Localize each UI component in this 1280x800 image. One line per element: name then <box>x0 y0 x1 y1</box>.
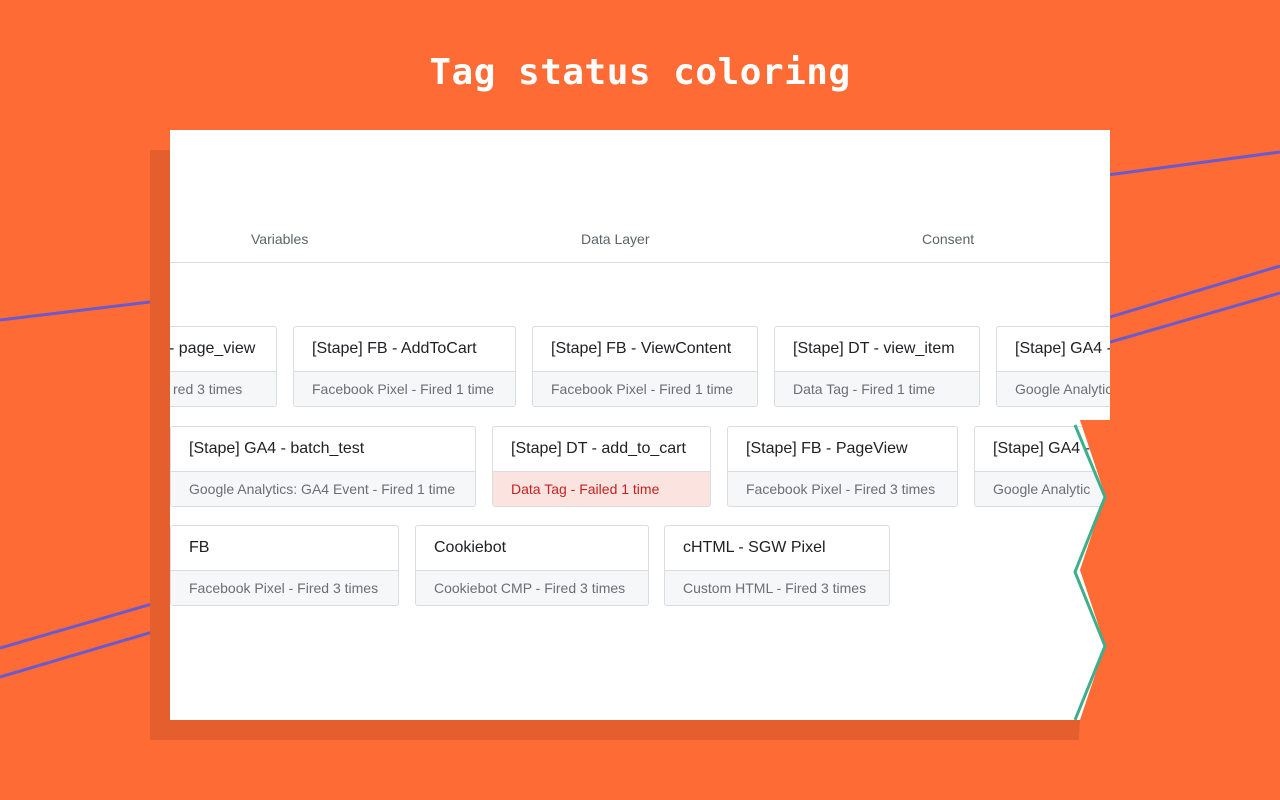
tab-bar: Variables Data Layer Consent <box>170 222 1110 263</box>
tag-status: Facebook Pixel - Fired 3 times <box>728 472 957 506</box>
tag-tile-page-view[interactable]: - page_view red 3 times <box>170 326 277 407</box>
tag-name: - page_view <box>170 327 276 372</box>
tag-tile-ga4-partial[interactable]: [Stape] GA4 - Google Analytic <box>996 326 1110 407</box>
tag-status: red 3 times <box>170 372 276 406</box>
tag-name: [Stape] GA4 - batch_test <box>171 427 475 472</box>
tag-status-failed: Data Tag - Failed 1 time <box>493 472 710 506</box>
tag-name: [Stape] FB - PageView <box>728 427 957 472</box>
tag-assistant-panel: Variables Data Layer Consent - page_view… <box>170 130 1110 720</box>
tab-data-layer[interactable]: Data Layer <box>581 231 649 247</box>
tag-status: Google Analytic <box>975 472 1110 506</box>
tag-name: [Stape] DT - add_to_cart <box>493 427 710 472</box>
tag-status: Cookiebot CMP - Fired 3 times <box>416 571 648 605</box>
tag-name: [Stape] GA4 - b <box>975 427 1110 472</box>
tag-tile-dt-view-item[interactable]: [Stape] DT - view_item Data Tag - Fired … <box>774 326 980 407</box>
tag-status: Google Analytics: GA4 Event - Fired 1 ti… <box>171 472 475 506</box>
tag-tile-fb-pageview[interactable]: [Stape] FB - PageView Facebook Pixel - F… <box>727 426 958 507</box>
tag-status: Google Analytic <box>997 372 1110 406</box>
tag-tile-fb[interactable]: FB Facebook Pixel - Fired 3 times <box>170 525 399 606</box>
tag-name: [Stape] GA4 - <box>997 327 1110 372</box>
tag-name: [Stape] FB - AddToCart <box>294 327 515 372</box>
tag-tile-dt-add-to-cart[interactable]: [Stape] DT - add_to_cart Data Tag - Fail… <box>492 426 711 507</box>
tag-status: Facebook Pixel - Fired 1 time <box>294 372 515 406</box>
tag-tile-fb-addtocart[interactable]: [Stape] FB - AddToCart Facebook Pixel - … <box>293 326 516 407</box>
tag-name: FB <box>171 526 398 571</box>
tag-tile-ga4-batch-test[interactable]: [Stape] GA4 - batch_test Google Analytic… <box>170 426 476 507</box>
tab-variables[interactable]: Variables <box>251 231 308 247</box>
tag-name: cHTML - SGW Pixel <box>665 526 889 571</box>
tag-status: Facebook Pixel - Fired 3 times <box>171 571 398 605</box>
tag-tile-cookiebot[interactable]: Cookiebot Cookiebot CMP - Fired 3 times <box>415 525 649 606</box>
tag-status: Data Tag - Fired 1 time <box>775 372 979 406</box>
tag-tile-ga4-b-partial[interactable]: [Stape] GA4 - b Google Analytic <box>974 426 1110 507</box>
tag-name: Cookiebot <box>416 526 648 571</box>
tag-status: Custom HTML - Fired 3 times <box>665 571 889 605</box>
tag-name: [Stape] FB - ViewContent <box>533 327 757 372</box>
tab-consent[interactable]: Consent <box>922 231 974 247</box>
tag-tile-fb-viewcontent[interactable]: [Stape] FB - ViewContent Facebook Pixel … <box>532 326 758 407</box>
tag-status: Facebook Pixel - Fired 1 time <box>533 372 757 406</box>
tag-name: [Stape] DT - view_item <box>775 327 979 372</box>
tag-tile-chtml-sgw-pixel[interactable]: cHTML - SGW Pixel Custom HTML - Fired 3 … <box>664 525 890 606</box>
